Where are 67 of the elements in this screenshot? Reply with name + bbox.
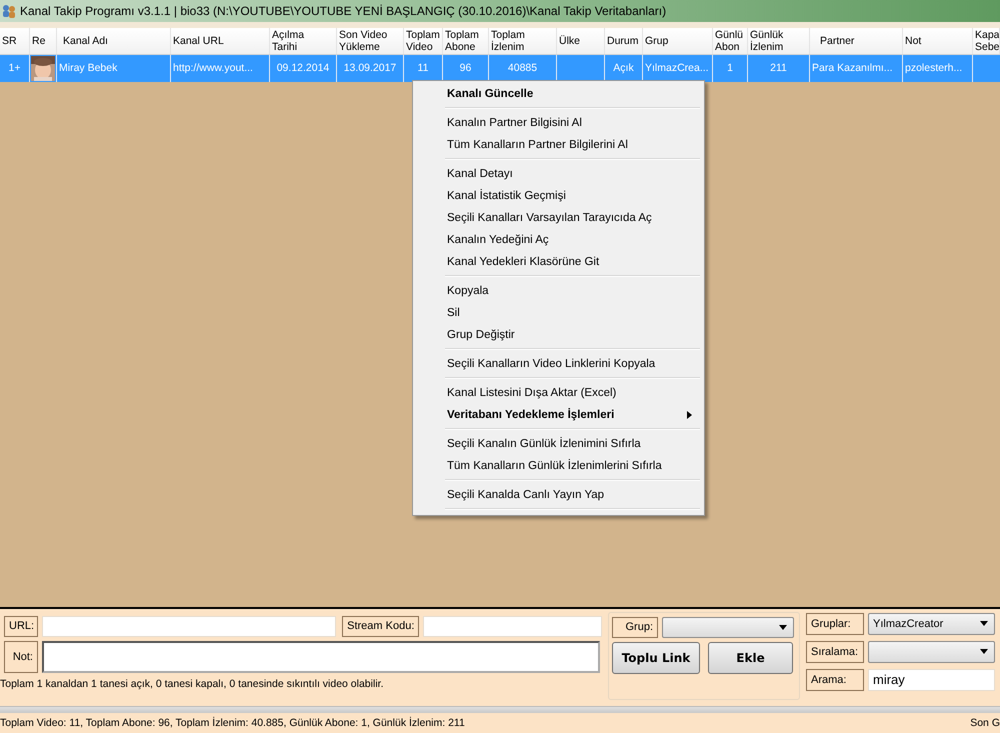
table-cell: Miray Bebek xyxy=(57,54,171,82)
search-field[interactable]: miray xyxy=(868,668,995,691)
menu-item[interactable]: Seçili Kanalları Varsayılan Tarayıcıda Aç xyxy=(415,207,702,229)
menu-item[interactable]: Kopyala xyxy=(415,280,702,302)
column-header[interactable]: Toplam İzlenim xyxy=(489,28,557,54)
submenu-arrow-icon xyxy=(687,411,692,419)
menu-item[interactable]: Kanalın Yedeğini Aç xyxy=(415,229,702,251)
column-header[interactable]: Açılma Tarihi xyxy=(270,28,337,54)
status-text: Toplam Video: 11, Toplam Abone: 96, Toplam İzlenim: 40.885, Günlük Abone: 1, Günlük İzlenim: 211 xyxy=(0,717,465,730)
note-label: Not: xyxy=(4,640,38,673)
status-text: Son G xyxy=(970,717,1000,730)
menu-item[interactable]: Seçili Kanalların Video Linklerini Kopyala xyxy=(415,353,702,375)
menu-item[interactable]: Kanal Yedekleri Klasörüne Git xyxy=(415,251,702,273)
menu-item[interactable]: Tüm Kanalların Günlük İzlenimlerini Sıfırla xyxy=(415,455,702,477)
table-cell: 1+ xyxy=(0,54,30,82)
column-header[interactable]: Re xyxy=(30,28,57,54)
menu-item[interactable]: Kanal Detayı xyxy=(415,163,702,185)
table-cell: 13.09.2017 xyxy=(337,54,404,82)
column-header[interactable]: Kanal Adı xyxy=(57,28,171,54)
url-field[interactable] xyxy=(42,616,336,637)
column-header[interactable]: SR xyxy=(0,28,30,54)
table-cell: http://www.yout... xyxy=(171,54,270,82)
summary-text: Toplam 1 kanaldan 1 tanesi açık, 0 tanesi kapalı, 0 tanesinde sıkıntılı video olabilir. xyxy=(0,678,384,690)
group-dropdown[interactable] xyxy=(662,616,794,638)
search-label: Arama: xyxy=(806,668,864,691)
menu-item[interactable]: Tüm Kanalların Partner Bilgilerini Al xyxy=(415,134,702,156)
column-header[interactable]: Not xyxy=(903,28,973,54)
table-cell: 09.12.2014 xyxy=(270,54,337,82)
table-cell: pzolesterh... xyxy=(903,54,973,82)
menu-item[interactable]: Kanal İstatistik Geçmişi xyxy=(415,185,702,207)
sort-label: Sıralama: xyxy=(806,640,864,663)
groups-label: Gruplar: xyxy=(806,612,864,635)
menu-item[interactable]: Kanal Listesini Dışa Aktar (Excel) xyxy=(415,382,702,404)
stream-code-label: Stream Kodu: xyxy=(342,616,420,637)
column-header[interactable]: Toplam Video xyxy=(404,28,443,54)
table-cell: Para Kazanılmı... xyxy=(810,54,903,82)
menu-item[interactable]: Sil xyxy=(415,302,702,324)
menu-item[interactable]: Grup Değiştir xyxy=(415,324,702,346)
table-cell: 1 xyxy=(713,54,748,82)
column-header[interactable]: Partner xyxy=(810,28,903,54)
menu-item[interactable]: Seçili Kanalda Canlı Yayın Yap xyxy=(415,484,702,506)
column-header[interactable]: Son Video Yükleme xyxy=(337,28,404,54)
column-header[interactable]: Günlü Abon xyxy=(713,28,748,54)
url-label: URL: xyxy=(4,616,38,637)
menu-item[interactable]: Kanalın Partner Bilgisini Al xyxy=(415,112,702,134)
column-header[interactable]: Günlük İzlenim xyxy=(748,28,810,54)
dropdown-arrow-icon xyxy=(980,621,988,626)
menu-item[interactable]: Veritabanı Yedekleme İşlemleri xyxy=(415,404,702,426)
add-button[interactable]: Ekle xyxy=(708,642,793,674)
group-label: Grup: xyxy=(612,616,658,638)
column-header[interactable]: Durum xyxy=(605,28,643,54)
people-icon xyxy=(2,4,16,18)
menu-item[interactable]: Kanalı Güncelle xyxy=(415,83,702,105)
column-header[interactable]: Kanal URL xyxy=(171,28,270,54)
note-field[interactable] xyxy=(42,640,600,673)
column-header[interactable]: Toplam Abone xyxy=(443,28,489,54)
dropdown-arrow-icon xyxy=(779,624,787,630)
bulk-link-button[interactable]: Toplu Link xyxy=(612,642,700,674)
table-cell: 211 xyxy=(748,54,810,82)
groups-dropdown[interactable]: YılmazCreator xyxy=(868,612,995,635)
column-header[interactable]: Grup xyxy=(643,28,713,54)
column-header[interactable]: Ülke xyxy=(557,28,605,54)
stream-code-field[interactable] xyxy=(423,616,602,637)
window-title: Kanal Takip Programı v3.1.1 | bio33 (N:\YOUTUBE\YOUTUBE YENİ BAŞLANGIÇ (30.10.2016)\Kanal Takip Veritabanları) xyxy=(20,4,666,18)
sort-dropdown[interactable] xyxy=(868,640,995,663)
menu-item[interactable]: Seçili Kanalın Günlük İzlenimini Sıfırla xyxy=(415,433,702,455)
dropdown-arrow-icon xyxy=(980,649,988,654)
